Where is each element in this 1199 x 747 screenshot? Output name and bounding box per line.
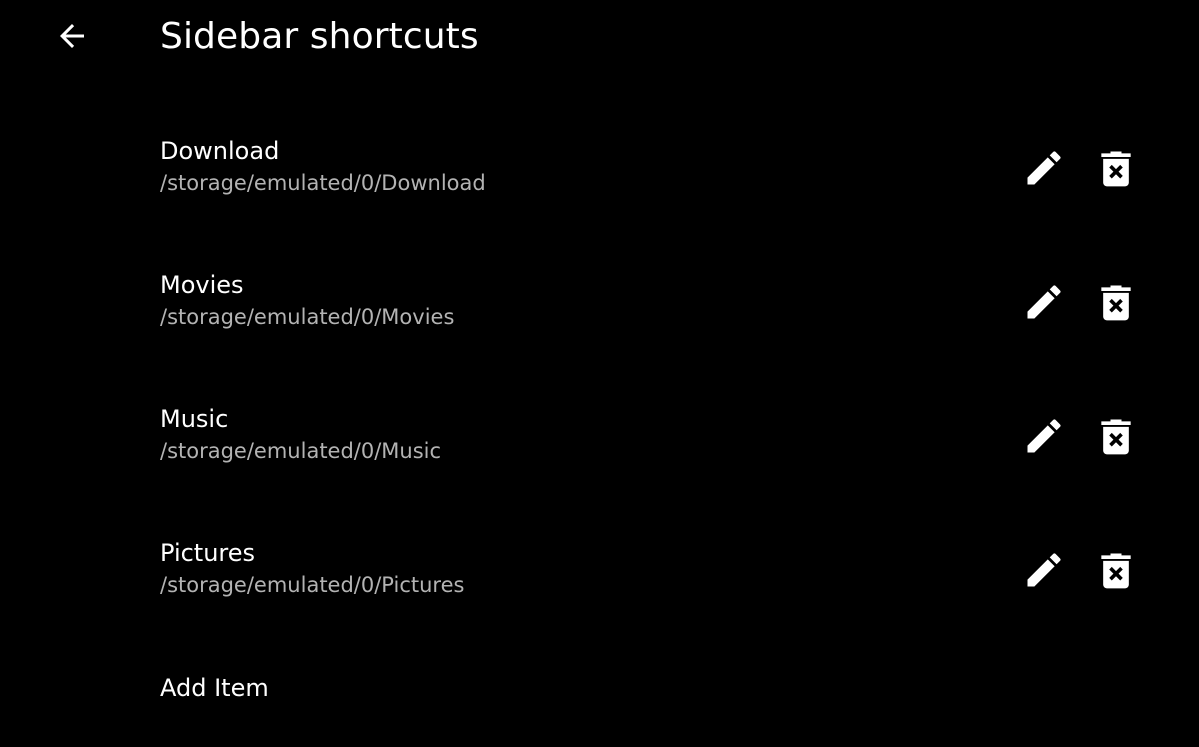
shortcut-path: /storage/emulated/0/Download [160,171,486,195]
pencil-icon [1027,553,1061,587]
trash-x-icon [1101,419,1131,455]
trash-x-icon [1101,151,1131,187]
delete-button[interactable] [1092,546,1140,594]
shortcut-list: Download /storage/emulated/0/Download Mo… [0,100,1199,636]
shortcut-row-music[interactable]: Music /storage/emulated/0/Music [0,368,1199,502]
edit-button[interactable] [1020,546,1068,594]
shortcut-name: Download [160,137,280,165]
pencil-icon [1027,285,1061,319]
shortcut-text: Music /storage/emulated/0/Music [160,402,441,466]
back-button[interactable] [48,12,96,60]
delete-button[interactable] [1092,412,1140,460]
shortcut-text: Pictures /storage/emulated/0/Pictures [160,536,464,600]
page-title: Sidebar shortcuts [160,16,479,57]
shortcut-name: Movies [160,271,244,299]
shortcut-name: Pictures [160,539,256,567]
edit-button[interactable] [1020,412,1068,460]
shortcut-row-pictures[interactable]: Pictures /storage/emulated/0/Pictures [0,502,1199,636]
pencil-icon [1027,419,1061,453]
edit-button[interactable] [1020,278,1068,326]
shortcut-row-download[interactable]: Download /storage/emulated/0/Download [0,100,1199,234]
delete-button[interactable] [1092,278,1140,326]
trash-x-icon [1101,285,1131,321]
edit-button[interactable] [1020,144,1068,192]
add-item-button[interactable]: Add Item [160,670,269,706]
shortcut-path: /storage/emulated/0/Movies [160,305,455,329]
toolbar: Sidebar shortcuts [0,0,1199,78]
trash-x-icon [1101,553,1131,589]
arrow-back-icon [60,24,84,48]
shortcut-row-movies[interactable]: Movies /storage/emulated/0/Movies [0,234,1199,368]
sidebar-shortcuts-screen: Sidebar shortcuts Download /storage/emul… [0,0,1199,747]
shortcut-path: /storage/emulated/0/Music [160,439,442,463]
shortcut-path: /storage/emulated/0/Pictures [160,573,465,597]
shortcut-text: Movies /storage/emulated/0/Movies [160,268,454,332]
shortcut-name: Music [160,405,229,433]
delete-button[interactable] [1092,144,1140,192]
shortcut-text: Download /storage/emulated/0/Download [160,134,486,198]
pencil-icon [1027,151,1061,185]
